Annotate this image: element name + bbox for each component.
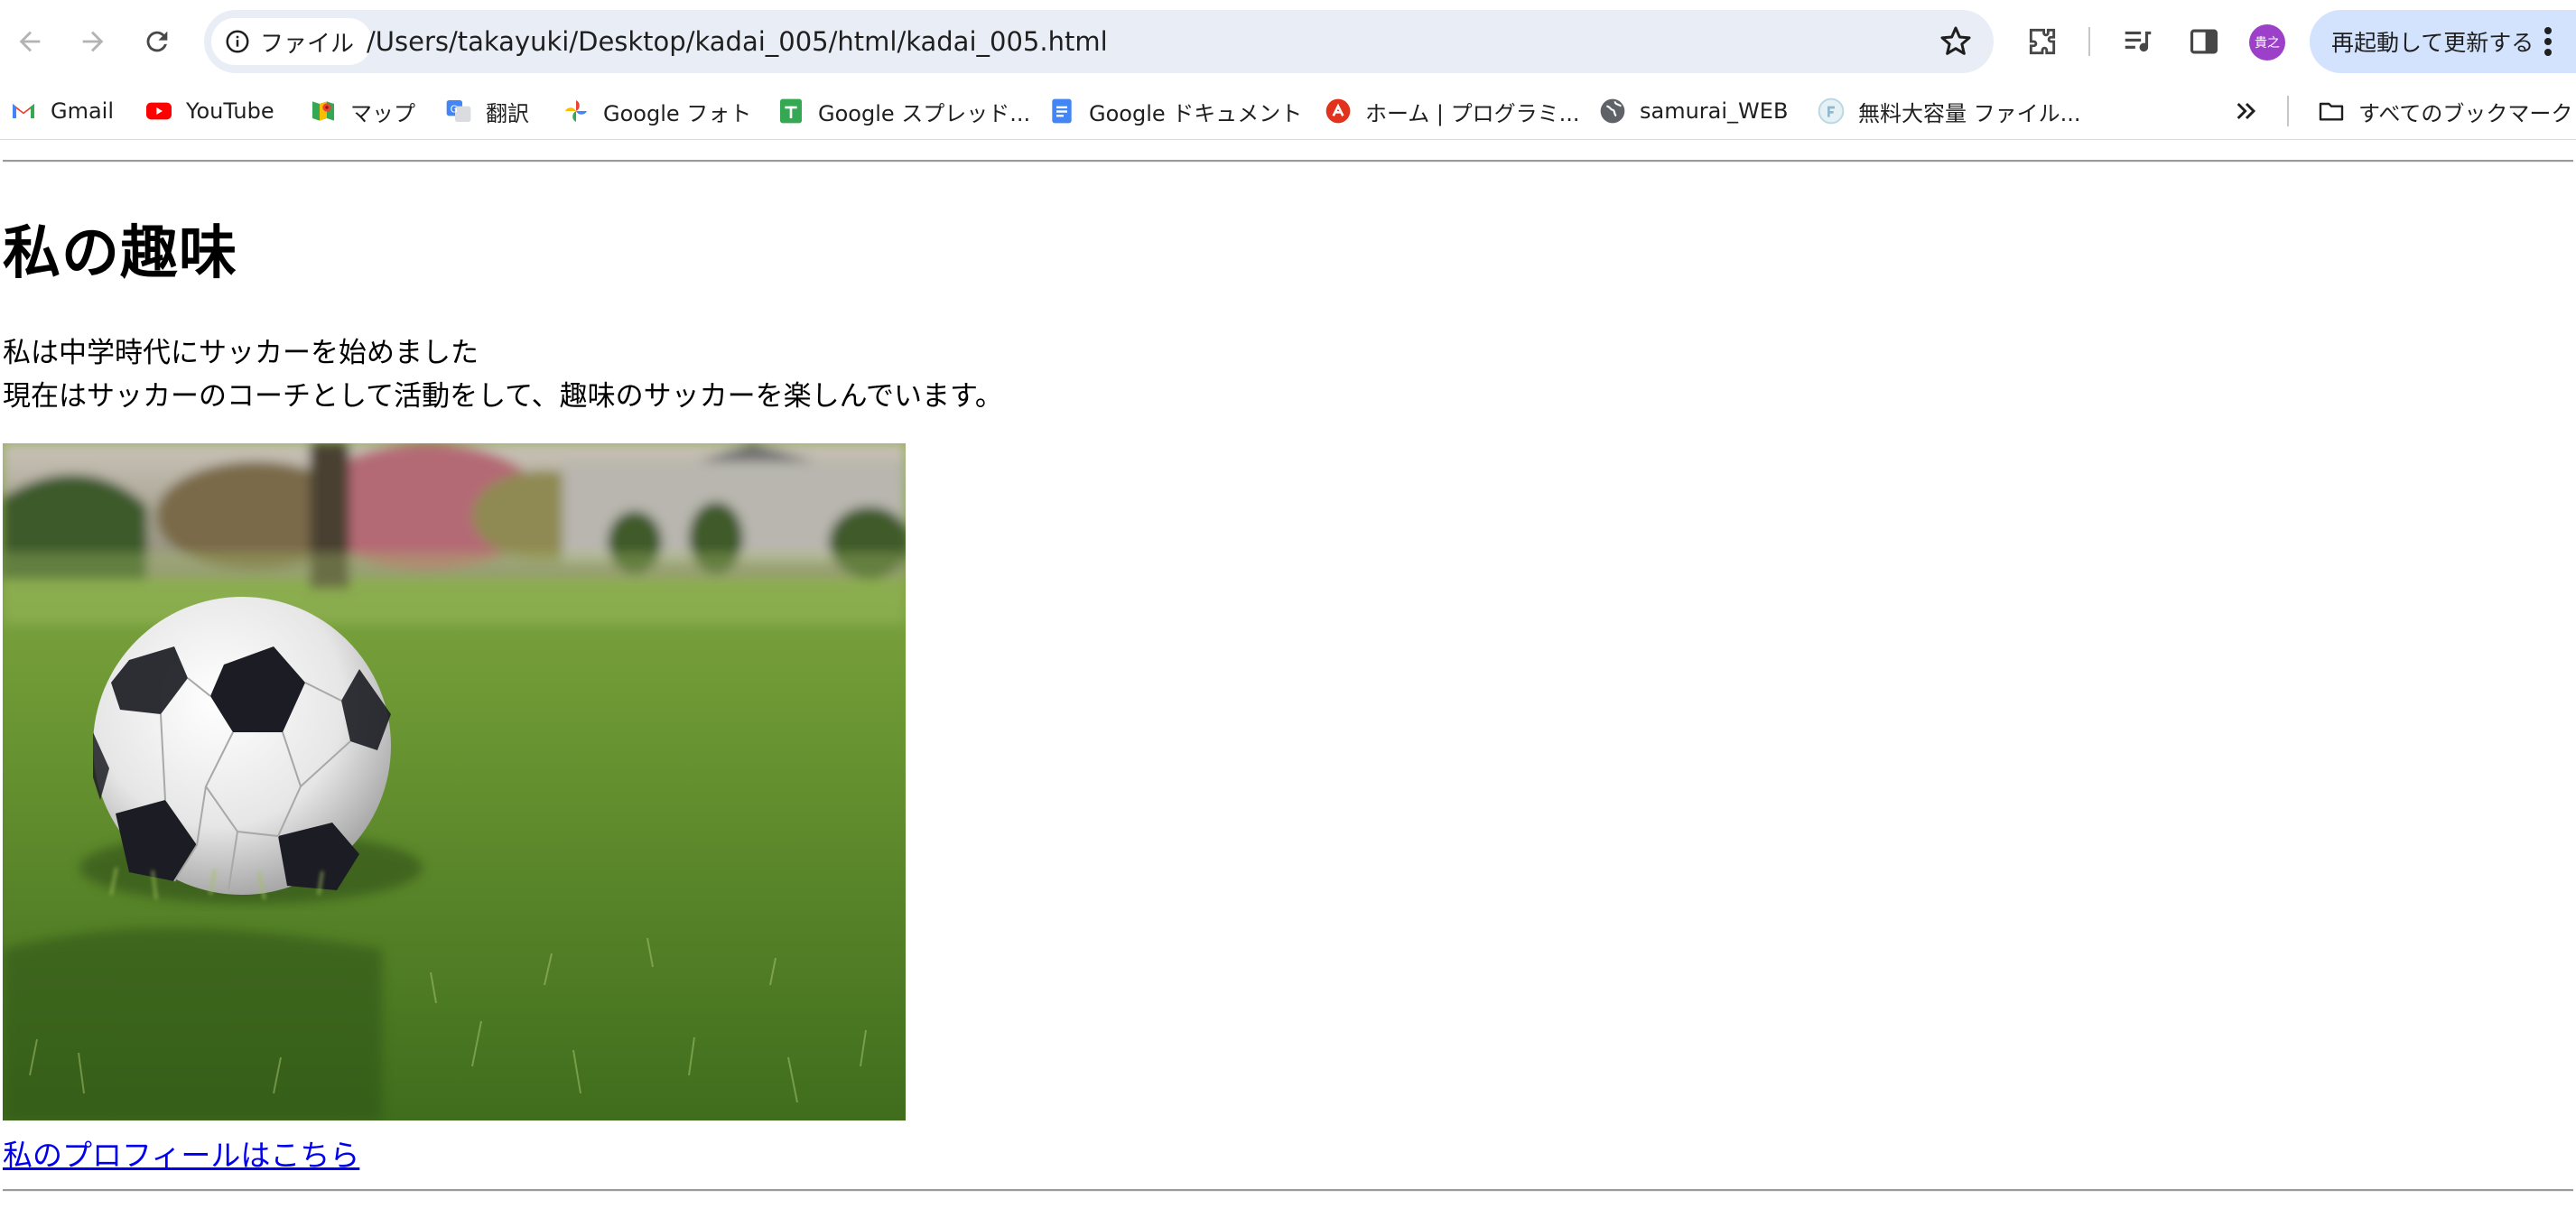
media-control-button[interactable] [2116, 20, 2160, 63]
bookmark-samurai-web[interactable]: samurai_WEB [1598, 83, 1788, 139]
toolbar-divider [2088, 27, 2090, 56]
bookmark-docs[interactable]: Google ドキュメント [1047, 83, 1302, 139]
bottom-horizontal-rule [3, 1189, 2573, 1192]
site-info-chip[interactable]: ファイル [211, 18, 373, 65]
bookmark-label: Google フォト [603, 100, 752, 126]
info-icon [226, 30, 249, 53]
bookmark-sheets[interactable]: Google スプレッド... [777, 83, 1030, 139]
all-bookmarks-button[interactable]: すべてのブックマーク [2317, 83, 2572, 139]
arrow-left-icon [19, 31, 41, 52]
address-bar[interactable]: ファイル /Users/takayuki/Desktop/kadai_005/h… [204, 10, 1994, 73]
bookmark-youtube[interactable]: YouTube [144, 83, 274, 139]
url-text[interactable]: /Users/takayuki/Desktop/kadai_005/html/k… [367, 10, 1108, 73]
bookmark-photos[interactable]: Google フォト [562, 83, 751, 139]
bookmark-gmail[interactable]: Gmail [9, 83, 114, 139]
soccer-ball-photo [3, 443, 906, 1120]
extensions-button[interactable] [2021, 20, 2064, 63]
maps-icon [312, 101, 334, 121]
forward-button[interactable] [68, 16, 118, 67]
docs-icon [1052, 98, 1072, 124]
update-button-label: 再起動して更新する [2331, 30, 2534, 56]
youtube-icon [146, 102, 172, 120]
gmail-icon [13, 104, 34, 118]
profile-avatar[interactable]: 貴之 [2249, 24, 2285, 60]
bookmarks-divider [2287, 96, 2289, 126]
puzzle-icon [2029, 28, 2056, 55]
arrow-right-icon [82, 31, 104, 52]
browser-toolbar: ファイル /Users/takayuki/Desktop/kadai_005/h… [0, 0, 2576, 83]
restart-update-button[interactable]: 再起動して更新する [2310, 10, 2576, 73]
bookmark-file-transfer[interactable]: 無料大容量 ファイル... [1817, 83, 2081, 139]
more-menu-icon[interactable] [2542, 25, 2554, 58]
globe-icon [1600, 98, 1625, 124]
soccer-ball-image [3, 443, 906, 1120]
intro-paragraph: 私は中学時代にサッカーを始めました 現在はサッカーのコーチとして活動をして、趣味… [3, 331, 1003, 418]
bookmarks-bar: Gmail YouTube マップ G 翻訳 Google フォト Google… [0, 83, 2576, 139]
all-bookmarks-label: すべてのブックマーク [2358, 100, 2573, 126]
media-queue-icon [2125, 31, 2152, 52]
folder-icon [2319, 102, 2344, 121]
bookmark-label: Google ドキュメント [1089, 100, 1303, 126]
reload-button[interactable] [132, 16, 182, 67]
top-horizontal-rule [3, 160, 2573, 163]
intro-line-1: 私は中学時代にサッカーを始めました [3, 337, 479, 369]
reload-icon [146, 31, 168, 52]
bookmarks-overflow-button[interactable] [2232, 83, 2261, 139]
bookmark-label: 翻訳 [486, 100, 529, 126]
double-chevron-right-icon [2237, 102, 2256, 120]
page-heading: 私の趣味 [3, 220, 237, 287]
translate-icon: G [446, 100, 471, 122]
bookmark-label: 無料大容量 ファイル... [1858, 100, 2081, 126]
bookmark-label: Gmail [51, 98, 115, 124]
bookmark-star-icon[interactable] [1938, 23, 1974, 60]
file-transfer-icon [1818, 98, 1845, 125]
side-panel-icon [2190, 29, 2218, 54]
bookmark-label: ホーム | プログラミ... [1365, 100, 1580, 126]
bookmark-maps[interactable]: マップ [309, 83, 415, 139]
intro-line-2: 現在はサッカーのコーチとして活動をして、趣味のサッカーを楽しんでいます。 [3, 380, 1003, 413]
profile-link[interactable]: 私のプロフィールはこちら [3, 1131, 359, 1175]
photos-icon [565, 100, 587, 122]
bookmark-label: samurai_WEB [1640, 98, 1789, 124]
svg-text:G: G [451, 103, 458, 115]
soccer-ball [93, 597, 391, 895]
bookmark-label: Google スプレッド... [818, 100, 1031, 126]
site-chip-label: ファイル [260, 30, 355, 58]
bookmark-translate[interactable]: G 翻訳 [444, 83, 529, 139]
bookmark-samurai-home[interactable]: ホーム | プログラミ... [1324, 83, 1580, 139]
bookmark-label: YouTube [186, 98, 274, 124]
samurai-icon [1325, 98, 1351, 124]
page-content: 私の趣味 私は中学時代にサッカーを始めました 現在はサッカーのコーチとして活動を… [0, 140, 2576, 1218]
side-panel-button[interactable] [2182, 20, 2226, 63]
bookmark-label: マップ [350, 100, 415, 126]
back-button[interactable] [5, 16, 55, 67]
sheets-icon [780, 98, 802, 124]
